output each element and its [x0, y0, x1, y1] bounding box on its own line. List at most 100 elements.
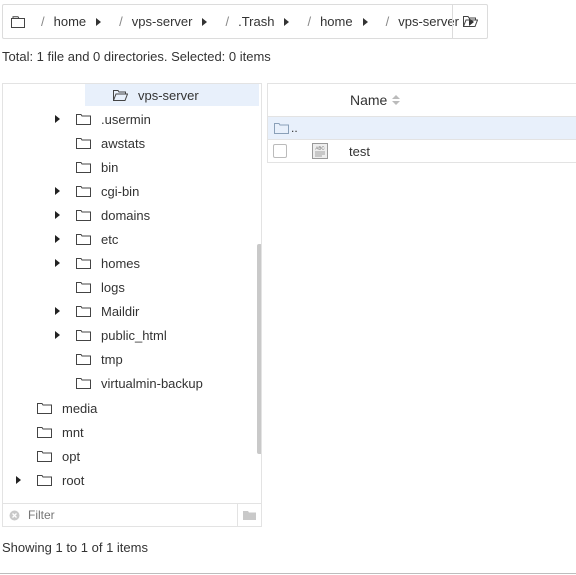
tree-item-label: public_html [101, 327, 167, 343]
open-folder-button[interactable] [452, 5, 487, 38]
tree-item[interactable]: tmp [52, 348, 123, 370]
breadcrumb-separator: / [307, 14, 312, 29]
expand-caret-icon[interactable] [52, 331, 62, 339]
folder-icon [37, 450, 52, 462]
tree-item[interactable]: virtualmin-backup [52, 372, 203, 394]
tree-item[interactable]: homes [52, 252, 140, 274]
tree-item-label: logs [101, 279, 125, 295]
expand-caret-icon[interactable] [52, 259, 62, 267]
parent-directory-row[interactable]: .. [268, 117, 576, 140]
tree-item-label: .usermin [101, 111, 151, 127]
breadcrumb-separator: / [119, 14, 123, 29]
tree-item-label: opt [62, 448, 81, 464]
breadcrumb-item-home-2[interactable]: home [320, 14, 353, 29]
name-column-header[interactable]: Name [350, 92, 401, 108]
tree-item-label: etc [101, 231, 119, 247]
breadcrumb-item-vps-server[interactable]: vps-server [132, 14, 193, 29]
breadcrumb: / home / vps-server / .Trash / home / vps-ser… [2, 4, 488, 39]
breadcrumb-separator: / [41, 14, 45, 29]
tree-item-label: vps-server [138, 87, 199, 103]
parent-directory-label: .. [291, 121, 298, 135]
tree-item-label: awstats [101, 135, 146, 151]
tree-item[interactable]: cgi-bin [52, 180, 139, 202]
tree-item[interactable]: mnt [13, 421, 84, 443]
folder-icon [76, 329, 91, 341]
tree-item-label: Maildir [101, 303, 140, 319]
folder-icon [76, 377, 91, 389]
tree-scrollbar[interactable] [257, 244, 261, 454]
tree-item[interactable]: .usermin [52, 108, 151, 130]
file-name: test [349, 143, 370, 159]
folder-icon [76, 257, 91, 269]
expand-caret-icon[interactable] [13, 476, 23, 484]
tree-item-vps-server[interactable]: vps-server [85, 84, 259, 106]
caret-right-icon[interactable] [362, 17, 368, 26]
divider [0, 573, 576, 574]
folder-icon [76, 209, 91, 221]
tree-item[interactable]: media [13, 397, 97, 419]
folder-icon [76, 137, 91, 149]
breadcrumb-separator: / [225, 14, 230, 29]
row-checkbox[interactable] [273, 144, 287, 158]
table-row[interactable]: ABC test [268, 140, 576, 163]
tree-item[interactable]: Maildir [52, 300, 139, 322]
folder-icon [243, 511, 256, 520]
folder-icon [76, 113, 91, 125]
tree-item[interactable]: domains [52, 204, 150, 226]
folder-icon [76, 353, 91, 365]
tree-item[interactable]: logs [52, 276, 125, 298]
caret-right-icon[interactable] [96, 17, 102, 26]
folder-icon [37, 474, 52, 486]
file-list-header: Name [268, 84, 576, 117]
folder-icon [76, 281, 91, 293]
filter-input[interactable] [28, 508, 228, 522]
expand-caret-icon[interactable] [52, 187, 62, 195]
clear-filter-icon[interactable] [9, 510, 20, 521]
pagination-summary: Showing 1 to 1 of 1 items [2, 540, 148, 555]
folder-icon [76, 305, 91, 317]
root-folder-icon[interactable] [3, 5, 33, 38]
tree-item-label: virtualmin-backup [101, 375, 203, 391]
tree-item-label: root [62, 472, 85, 488]
folder-icon [76, 185, 91, 197]
breadcrumb-item-trash[interactable]: .Trash [238, 14, 274, 29]
caret-right-icon[interactable] [284, 17, 290, 26]
expand-caret-icon[interactable] [52, 235, 62, 243]
expand-caret-icon[interactable] [52, 115, 62, 123]
tree-item[interactable]: opt [13, 445, 80, 467]
tree-item-label: tmp [101, 351, 123, 367]
total-summary: Total: 1 file and 0 directories. Selecte… [2, 49, 271, 64]
breadcrumb-item-vps-server-2[interactable]: vps-server [398, 14, 459, 29]
folder-icon [37, 402, 52, 414]
filter-folder-button[interactable] [237, 504, 261, 526]
tree-item-label: homes [101, 255, 141, 271]
tree-item[interactable]: bin [52, 156, 118, 178]
tree-item[interactable]: public_html [52, 324, 167, 346]
tree-item-label: cgi-bin [101, 183, 140, 199]
tree-filter [2, 503, 262, 527]
file-list: Name .. ABC test [267, 83, 576, 163]
expand-caret-icon[interactable] [52, 211, 62, 219]
folder-icon [76, 233, 91, 245]
tree-item[interactable]: etc [52, 228, 118, 250]
folder-icon [274, 122, 289, 134]
tree-item[interactable]: awstats [52, 132, 145, 154]
breadcrumb-separator: / [385, 14, 390, 29]
expand-caret-icon[interactable] [52, 307, 62, 315]
tree-item-label: domains [101, 207, 151, 223]
caret-right-icon[interactable] [202, 17, 208, 26]
folder-icon [37, 426, 52, 438]
tree-item-label: media [62, 400, 98, 416]
sort-icon[interactable] [392, 95, 401, 105]
directory-tree: vps-server .usermin awstats bin cgi-bin doma… [2, 83, 262, 503]
tree-item[interactable]: root [13, 469, 84, 491]
text-file-icon: ABC [312, 143, 328, 159]
name-header-label: Name [350, 92, 388, 108]
tree-item-label: bin [101, 159, 119, 175]
folder-open-icon [462, 16, 478, 27]
folder-open-icon [113, 89, 128, 101]
svg-text:ABC: ABC [315, 146, 325, 151]
folder-icon [76, 161, 91, 173]
tree-item-label: mnt [62, 424, 84, 440]
breadcrumb-item-home[interactable]: home [54, 14, 87, 29]
